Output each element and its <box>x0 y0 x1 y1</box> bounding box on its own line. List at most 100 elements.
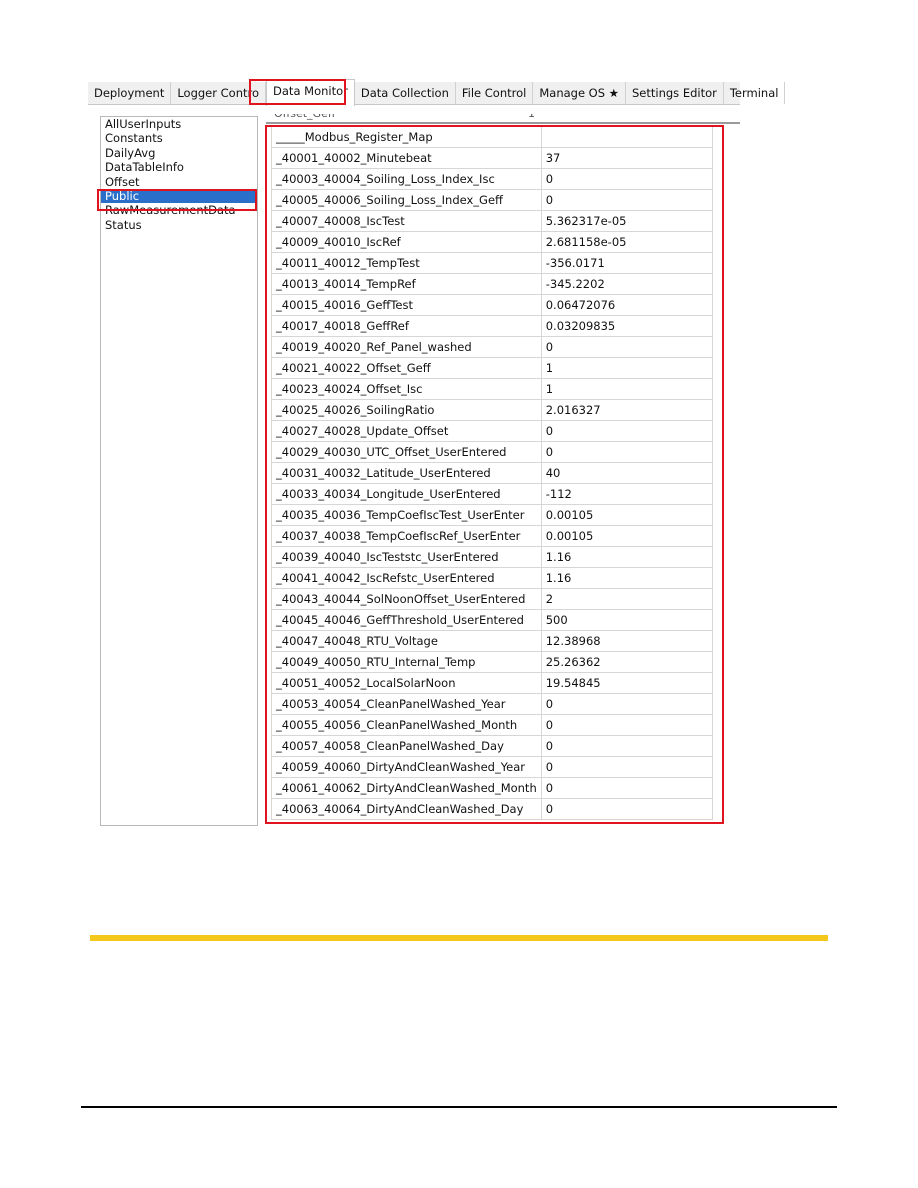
table-row[interactable]: _40039_40040_IscTeststc_UserEntered 1.16 <box>271 546 714 568</box>
field-value[interactable]: 0 <box>540 714 714 736</box>
field-name: _40013_40014_TempRef <box>271 273 542 295</box>
table-row[interactable]: _40037_40038_TempCoefIscRef_UserEnter 0.0… <box>271 525 714 547</box>
tab-terminal[interactable]: Terminal <box>724 82 786 104</box>
table-row[interactable]: _40061_40062_DirtyAndCleanWashed_Month 0 <box>271 777 714 799</box>
field-name: _40025_40026_SoilingRatio <box>271 399 542 421</box>
field-value[interactable]: 2.016327 <box>540 399 714 421</box>
field-value[interactable]: 0 <box>540 756 714 778</box>
table-row[interactable]: _40041_40042_IscRefstc_UserEntered 1.16 <box>271 567 714 589</box>
field-name: _40061_40062_DirtyAndCleanWashed_Month <box>271 777 542 799</box>
field-value[interactable]: 0 <box>540 693 714 715</box>
table-list[interactable]: AllUserInputs Constants DailyAvg DataTableI… <box>100 116 258 826</box>
table-row[interactable]: _40025_40026_SoilingRatio 2.016327 <box>271 399 714 421</box>
field-name: _40023_40024_Offset_Isc <box>271 378 542 400</box>
table-row[interactable]: _40043_40044_SolNoonOffset_UserEntered 2 <box>271 588 714 610</box>
field-value[interactable]: 0 <box>540 735 714 757</box>
field-value[interactable]: 0.03209835 <box>540 315 714 337</box>
field-value[interactable]: 0.00105 <box>540 525 714 547</box>
field-value[interactable]: 40 <box>540 462 714 484</box>
tab-logger-contro[interactable]: Logger Contro <box>171 82 267 104</box>
field-value[interactable]: 0 <box>540 168 714 190</box>
tab-data-collection[interactable]: Data Collection <box>355 82 456 104</box>
table-row[interactable]: _40063_40064_DirtyAndCleanWashed_Day 0 <box>271 798 714 820</box>
field-value[interactable]: 1.16 <box>540 567 714 589</box>
section-divider <box>90 935 828 941</box>
table-list-item[interactable]: Constants <box>101 131 257 145</box>
table-row[interactable]: _____Modbus_Register_Map <box>271 126 714 148</box>
field-value[interactable]: 1 <box>540 357 714 379</box>
table-row[interactable]: _40031_40032_Latitude_UserEntered 40 <box>271 462 714 484</box>
table-list-item[interactable]: Offset <box>101 175 257 189</box>
table-row[interactable]: _40019_40020_Ref_Panel_washed 0 <box>271 336 714 358</box>
table-row[interactable]: _40055_40056_CleanPanelWashed_Month 0 <box>271 714 714 736</box>
field-name: _40035_40036_TempCoefIscTest_UserEnter <box>271 504 542 526</box>
table-row[interactable]: _40049_40050_RTU_Internal_Temp 25.26362 <box>271 651 714 673</box>
field-value[interactable]: 1 <box>540 378 714 400</box>
table-row[interactable]: _40027_40028_Update_Offset 0 <box>271 420 714 442</box>
field-value[interactable]: 500 <box>540 609 714 631</box>
table-row[interactable]: _40059_40060_DirtyAndCleanWashed_Year 0 <box>271 756 714 778</box>
table-list-item[interactable]: Status <box>101 218 257 232</box>
field-name: _40009_40010_IscRef <box>271 231 542 253</box>
field-name: _40001_40002_Minutebeat <box>271 147 542 169</box>
table-list-item[interactable]: RawMeasurementData <box>101 203 257 217</box>
field-value[interactable]: 0 <box>540 777 714 799</box>
field-value[interactable]: 37 <box>540 147 714 169</box>
field-value[interactable]: 1.16 <box>540 546 714 568</box>
field-value[interactable]: 5.362317e-05 <box>540 210 714 232</box>
field-value[interactable]: 19.54845 <box>540 672 714 694</box>
table-list-item[interactable]: Public <box>101 188 257 204</box>
table-row[interactable]: _40005_40006_Soiling_Loss_Index_Geff 0 <box>271 189 714 211</box>
field-name: _40017_40018_GeffRef <box>271 315 542 337</box>
field-value[interactable]: -345.2202 <box>540 273 714 295</box>
field-value[interactable]: 0 <box>540 420 714 442</box>
table-row[interactable]: _40033_40034_Longitude_UserEntered -112 <box>271 483 714 505</box>
field-name: _40011_40012_TempTest <box>271 252 542 274</box>
table-row[interactable]: _40015_40016_GeffTest 0.06472076 <box>271 294 714 316</box>
table-row[interactable]: _40013_40014_TempRef -345.2202 <box>271 273 714 295</box>
table-row[interactable]: _40045_40046_GeffThreshold_UserEntered 50… <box>271 609 714 631</box>
table-row[interactable]: _40057_40058_CleanPanelWashed_Day 0 <box>271 735 714 757</box>
field-name: _40021_40022_Offset_Geff <box>271 357 542 379</box>
field-name: _40005_40006_Soiling_Loss_Index_Geff <box>271 189 542 211</box>
field-value[interactable]: 2 <box>540 588 714 610</box>
table-row[interactable]: _40003_40004_Soiling_Loss_Index_Isc 0 <box>271 168 714 190</box>
field-value[interactable]: 0 <box>540 798 714 820</box>
table-row[interactable]: _40011_40012_TempTest -356.0171 <box>271 252 714 274</box>
table-row[interactable]: _40017_40018_GeffRef 0.03209835 <box>271 315 714 337</box>
table-row[interactable]: _40051_40052_LocalSolarNoon 19.54845 <box>271 672 714 694</box>
tab-settings-editor[interactable]: Settings Editor <box>626 82 724 104</box>
field-value[interactable]: 0 <box>540 441 714 463</box>
tab-deployment[interactable]: Deployment <box>88 82 172 104</box>
table-row[interactable]: _40047_40048_RTU_Voltage 12.38968 <box>271 630 714 652</box>
field-value[interactable]: 12.38968 <box>540 630 714 652</box>
table-row[interactable]: _40053_40054_CleanPanelWashed_Year 0 <box>271 693 714 715</box>
field-value[interactable]: 0.06472076 <box>540 294 714 316</box>
field-value[interactable]: 0.00105 <box>540 504 714 526</box>
tab-data-monitor[interactable]: Data Monitor <box>266 79 355 106</box>
field-value[interactable] <box>540 126 714 148</box>
table-row[interactable]: _40009_40010_IscRef 2.681158e-05 <box>271 231 714 253</box>
field-value[interactable]: -356.0171 <box>540 252 714 274</box>
field-name: _40041_40042_IscRefstc_UserEntered <box>271 567 542 589</box>
field-name: _40047_40048_RTU_Voltage <box>271 630 542 652</box>
table-row[interactable]: _40007_40008_IscTest 5.362317e-05 <box>271 210 714 232</box>
partial-row-name: Offset_Geff <box>274 114 335 120</box>
field-value[interactable]: 0 <box>540 336 714 358</box>
table-row[interactable]: _40001_40002_Minutebeat 37 <box>271 147 714 169</box>
table-row[interactable]: _40021_40022_Offset_Geff 1 <box>271 357 714 379</box>
table-row[interactable]: _40029_40030_UTC_Offset_UserEntered 0 <box>271 441 714 463</box>
field-value[interactable]: 25.26362 <box>540 651 714 673</box>
table-row[interactable]: _40023_40024_Offset_Isc 1 <box>271 378 714 400</box>
tab-file-control[interactable]: File Control <box>456 82 534 104</box>
field-value[interactable]: -112 <box>540 483 714 505</box>
table-list-item[interactable]: AllUserInputs <box>101 117 257 131</box>
table-list-item[interactable]: DailyAvg <box>101 146 257 160</box>
table-list-item[interactable]: DataTableInfo <box>101 160 257 174</box>
field-value[interactable]: 0 <box>540 189 714 211</box>
tab-manage-os[interactable]: Manage OS ★ <box>533 82 626 104</box>
public-table: _____Modbus_Register_Map _40001_40002_Min… <box>271 126 714 820</box>
field-value[interactable]: 2.681158e-05 <box>540 231 714 253</box>
table-row[interactable]: _40035_40036_TempCoefIscTest_UserEnter 0.… <box>271 504 714 526</box>
field-name: _40045_40046_GeffThreshold_UserEntered <box>271 609 542 631</box>
